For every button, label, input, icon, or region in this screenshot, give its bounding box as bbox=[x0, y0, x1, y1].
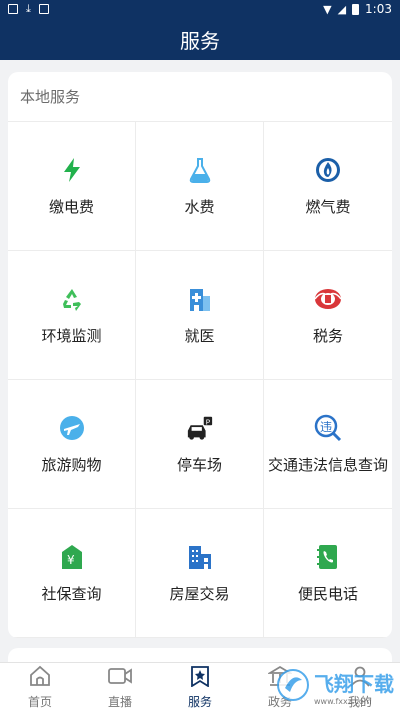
parking-car-icon: P bbox=[186, 414, 214, 442]
lightning-icon bbox=[58, 156, 86, 184]
bottom-tab-bar: 首页 直播 服务 政务 我的 bbox=[0, 662, 400, 712]
service-medical[interactable]: 就医 bbox=[136, 251, 264, 380]
section-title: 本地服务 bbox=[20, 88, 81, 106]
service-tax[interactable]: 税务 bbox=[264, 251, 392, 380]
flask-icon bbox=[186, 156, 214, 184]
local-services-card: 本地服务 缴电费 水费 燃气费 环境监测 就医 税务 旅游购物 P 停车场 违 … bbox=[8, 72, 392, 638]
profile-icon bbox=[349, 665, 371, 691]
service-traffic-violation[interactable]: 违 交通违法信息查询 bbox=[264, 380, 392, 509]
service-label: 就医 bbox=[184, 326, 215, 345]
service-water[interactable]: 水费 bbox=[136, 122, 264, 251]
service-label: 燃气费 bbox=[305, 197, 351, 216]
service-environment[interactable]: 环境监测 bbox=[8, 251, 136, 380]
service-label: 停车场 bbox=[176, 455, 222, 474]
service-label: 环境监测 bbox=[41, 326, 102, 345]
plane-icon bbox=[58, 414, 86, 442]
services-grid: 缴电费 水费 燃气费 环境监测 就医 税务 旅游购物 P 停车场 违 交通违法信… bbox=[8, 122, 392, 638]
service-travel-shopping[interactable]: 旅游购物 bbox=[8, 380, 136, 509]
wifi-icon: ▼ bbox=[323, 2, 332, 16]
section-header: 本地服务 bbox=[8, 72, 392, 122]
star-bookmark-icon bbox=[189, 665, 211, 691]
service-label: 水费 bbox=[184, 197, 215, 216]
header-bar: 服务 bbox=[0, 18, 400, 60]
svg-text:违: 违 bbox=[320, 420, 332, 434]
tab-label: 直播 bbox=[107, 695, 132, 709]
service-gas[interactable]: 燃气费 bbox=[264, 122, 392, 251]
service-label: 便民电话 bbox=[297, 584, 358, 603]
phone-book-icon bbox=[314, 543, 342, 571]
service-hotline[interactable]: 便民电话 bbox=[264, 509, 392, 638]
signal-icon: ◢ bbox=[337, 2, 347, 16]
buildings-icon bbox=[186, 543, 214, 571]
tab-label: 政务 bbox=[267, 695, 292, 709]
tab-home[interactable]: 首页 bbox=[0, 663, 80, 712]
video-icon bbox=[107, 665, 133, 691]
battery-icon bbox=[352, 3, 360, 15]
traffic-violation-icon: 违 bbox=[314, 414, 342, 442]
clock: 1:03 bbox=[365, 2, 392, 16]
gas-flame-icon bbox=[314, 156, 342, 184]
status-bar: ⤓ ▼ ◢ 1:03 bbox=[0, 0, 400, 18]
service-label: 房屋交易 bbox=[169, 584, 230, 603]
download-icon: ⤓ bbox=[26, 2, 31, 15]
tab-label: 服务 bbox=[187, 695, 212, 709]
service-electricity[interactable]: 缴电费 bbox=[8, 122, 136, 251]
recycle-icon bbox=[58, 285, 86, 313]
page-title: 服务 bbox=[180, 28, 220, 53]
service-label: 税务 bbox=[312, 326, 343, 345]
tab-profile[interactable]: 我的 bbox=[320, 663, 400, 712]
tab-label: 首页 bbox=[27, 695, 52, 709]
service-label: 交通违法信息查询 bbox=[267, 455, 388, 474]
notification-icon bbox=[8, 4, 18, 14]
app-notification-icon bbox=[38, 4, 49, 14]
service-label: 社保查询 bbox=[41, 584, 102, 603]
home-icon bbox=[28, 665, 52, 691]
social-security-icon: ¥ bbox=[58, 543, 86, 571]
hospital-icon bbox=[186, 285, 214, 313]
svg-text:¥: ¥ bbox=[67, 553, 75, 567]
tab-live[interactable]: 直播 bbox=[80, 663, 160, 712]
service-parking[interactable]: P 停车场 bbox=[136, 380, 264, 509]
tab-government[interactable]: 政务 bbox=[240, 663, 320, 712]
service-housing[interactable]: 房屋交易 bbox=[136, 509, 264, 638]
tab-label: 我的 bbox=[347, 695, 372, 709]
svg-text:P: P bbox=[205, 417, 210, 426]
tab-service[interactable]: 服务 bbox=[160, 663, 240, 712]
service-label: 旅游购物 bbox=[41, 455, 102, 474]
service-label: 缴电费 bbox=[48, 197, 94, 216]
government-icon bbox=[266, 665, 294, 691]
service-social-security[interactable]: ¥ 社保查询 bbox=[8, 509, 136, 638]
tax-emblem-icon bbox=[314, 285, 342, 313]
